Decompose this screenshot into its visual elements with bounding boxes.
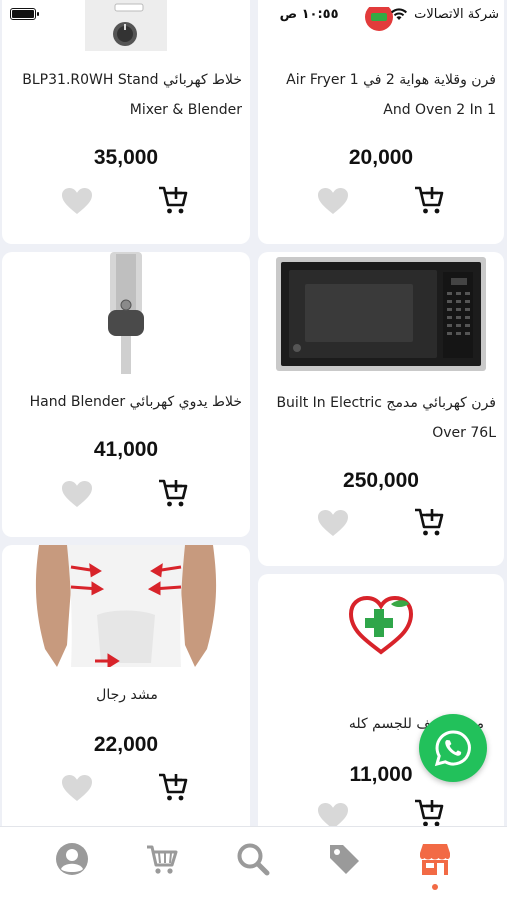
heart-icon xyxy=(318,188,348,214)
add-to-cart-icon xyxy=(415,186,444,214)
add-to-cart-button[interactable] xyxy=(156,183,190,217)
product-price: 35,000 xyxy=(93,146,159,169)
profile-icon xyxy=(56,843,88,875)
add-to-cart-icon xyxy=(159,186,188,214)
battery-icon xyxy=(10,8,39,20)
nav-store[interactable] xyxy=(415,839,455,879)
add-to-cart-icon xyxy=(159,773,188,801)
favorite-button[interactable] xyxy=(316,507,350,539)
nav-profile[interactable] xyxy=(52,839,92,879)
favorite-button[interactable] xyxy=(60,185,94,217)
add-to-cart-button[interactable] xyxy=(412,796,446,830)
status-time: ١٠:٥٥ ص xyxy=(279,6,339,22)
cart-icon xyxy=(147,845,178,874)
whatsapp-icon xyxy=(434,730,471,767)
product-title: مشد رجال xyxy=(96,687,158,703)
favorite-button[interactable] xyxy=(60,478,94,510)
store-icon xyxy=(420,844,450,875)
status-left xyxy=(10,8,39,20)
product-grid: فرن وقلاية هواية 2 في 1 Air Fryer And Ov… xyxy=(0,0,507,854)
nav-cart[interactable] xyxy=(142,839,182,879)
hand-blender-image xyxy=(2,252,250,374)
add-to-cart-icon xyxy=(415,508,444,536)
heart-icon xyxy=(62,188,92,214)
bottom-nav xyxy=(0,826,507,900)
add-to-cart-icon xyxy=(415,799,444,827)
product-card[interactable]: مشد تنحيف للجسم كله 11,000 xyxy=(258,574,504,854)
favorite-button[interactable] xyxy=(60,772,94,804)
health-heart-logo-image xyxy=(258,594,504,656)
add-to-cart-icon xyxy=(159,479,188,507)
heart-icon xyxy=(318,510,348,536)
product-card[interactable]: فرن وقلاية هواية 2 في 1 Air Fryer And Ov… xyxy=(258,0,504,244)
active-nav-indicator xyxy=(432,884,438,890)
add-to-cart-button[interactable] xyxy=(156,476,190,510)
add-to-cart-button[interactable] xyxy=(156,770,190,804)
carrier-name: شركة الاتصالات xyxy=(414,6,499,22)
microwave-oven-image xyxy=(258,256,504,372)
product-card[interactable]: فرن كهربائي مدمج Built In Electric Over … xyxy=(258,252,504,566)
product-price: 250,000 xyxy=(343,469,419,492)
search-icon xyxy=(237,843,270,876)
product-price: 41,000 xyxy=(93,438,159,461)
nav-search[interactable] xyxy=(233,839,273,879)
favorite-button[interactable] xyxy=(316,185,350,217)
heart-icon xyxy=(62,481,92,507)
wifi-icon xyxy=(391,8,408,20)
status-right: شركة الاتصالات xyxy=(390,7,499,22)
add-to-cart-button[interactable] xyxy=(412,505,446,539)
heart-icon xyxy=(62,775,92,801)
mens-shaper-image xyxy=(2,545,250,667)
product-title: خلاط يدوي كهربائي Hand Blender xyxy=(29,394,242,410)
product-card[interactable]: خلاط يدوي كهربائي Hand Blender 41,000 xyxy=(2,252,250,537)
product-price: 22,000 xyxy=(93,733,159,756)
tag-icon xyxy=(330,845,359,874)
product-card[interactable]: خلاط كهربائي BLP31.R0WH Stand Mixer & Bl… xyxy=(2,0,250,244)
whatsapp-button[interactable] xyxy=(419,714,487,782)
product-title: فرن كهربائي مدمج Built In Electric Over … xyxy=(276,395,496,441)
screen: ١٠:٥٥ ص شركة الاتصالات فرن وقلاية هواية … xyxy=(0,0,507,900)
nav-offers[interactable] xyxy=(324,839,364,879)
product-price: 20,000 xyxy=(348,146,414,169)
add-to-cart-button[interactable] xyxy=(412,183,446,217)
product-card[interactable]: مشد رجال 22,000 xyxy=(2,545,250,845)
product-title: فرن وقلاية هواية 2 في 1 Air Fryer And Ov… xyxy=(286,72,496,118)
product-title: خلاط كهربائي BLP31.R0WH Stand Mixer & Bl… xyxy=(22,72,242,118)
status-bar: ١٠:٥٥ ص شركة الاتصالات xyxy=(0,0,507,28)
